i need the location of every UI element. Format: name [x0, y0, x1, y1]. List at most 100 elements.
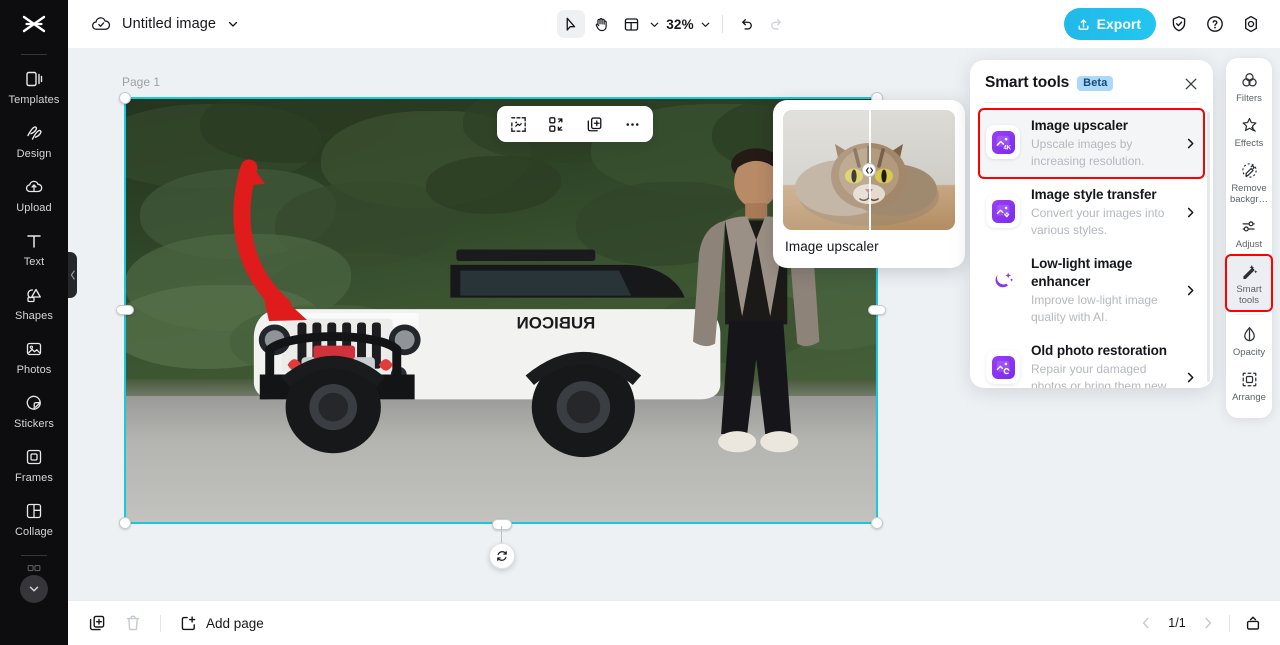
page-navigation: 1/1	[1135, 610, 1266, 636]
toolbar-item-arrange[interactable]: Arrange	[1227, 364, 1271, 407]
sidebar-item-label: Upload	[16, 202, 52, 214]
smart-tool-image-style-transfer[interactable]: Image style transfer Convert your images…	[979, 178, 1204, 247]
sidebar-item-label: Photos	[16, 364, 52, 376]
resize-handle-top-left[interactable]	[119, 92, 131, 104]
hand-tool-button[interactable]	[587, 10, 615, 38]
image-canvas[interactable]: RUBICON	[125, 98, 877, 523]
select-tool-button[interactable]	[557, 10, 586, 38]
sidebar-item-photos[interactable]: Photos	[4, 331, 64, 382]
toolbar-item-effects[interactable]: Effects	[1227, 110, 1271, 153]
chevron-right-icon[interactable]	[1184, 206, 1198, 219]
smart-tool-old-photo-restoration[interactable]: Old photo restoration Repair your damage…	[979, 334, 1204, 388]
add-page-label: Add page	[206, 615, 264, 631]
toolbar-item-opacity[interactable]: Opacity	[1227, 319, 1271, 362]
layout-chevron-down-icon[interactable]	[648, 18, 661, 31]
smart-tool-low-light-enhancer[interactable]: Low-light image enhancer Improve low-lig…	[979, 247, 1204, 334]
chevron-down-icon[interactable]	[226, 17, 240, 31]
shield-check-icon[interactable]	[1166, 11, 1192, 37]
undo-button[interactable]	[733, 10, 761, 38]
page-label: Page 1	[122, 75, 161, 89]
redo-button[interactable]	[763, 10, 791, 38]
sidebar-item-label: Collage	[14, 526, 53, 538]
artwork-photo: RUBICON	[125, 98, 877, 523]
canvas-container[interactable]: RUBICON	[116, 92, 886, 569]
export-label: Export	[1096, 16, 1141, 32]
frames-icon	[24, 446, 44, 467]
svg-text:RUBICON: RUBICON	[517, 314, 596, 333]
resize-handle-left[interactable]	[116, 305, 134, 315]
sidebar-item-frames[interactable]: Frames	[4, 439, 64, 490]
toolbar-item-remove-background[interactable]: Remove backgr…	[1227, 155, 1271, 209]
more-dots-icon[interactable]	[620, 112, 644, 136]
preview-card-label: Image upscaler	[785, 239, 879, 254]
help-question-icon[interactable]	[1202, 11, 1228, 37]
panel-title: Smart tools	[985, 74, 1070, 91]
rotate-handle[interactable]	[489, 543, 515, 569]
document-title[interactable]: Untitled image	[122, 16, 216, 32]
smart-tool-description: Upscale images by increasing resolution.	[1031, 137, 1145, 168]
templates-icon	[24, 68, 44, 89]
sidebar-item-upload[interactable]: Upload	[4, 169, 64, 220]
bottom-divider	[160, 614, 161, 632]
left-sidebar: Templates Design Upload Text Shapes Phot…	[0, 0, 68, 645]
chevron-right-icon[interactable]	[1184, 284, 1198, 297]
next-page-chevron-right-icon[interactable]	[1197, 612, 1219, 634]
opacity-drop-icon	[1240, 324, 1259, 344]
add-page-plus-icon	[179, 614, 198, 633]
upload-icon	[1076, 17, 1091, 32]
toolbar-item-label: Remove backgr…	[1229, 183, 1268, 205]
sidebar-item-list: Templates Design Upload Text Shapes Phot…	[0, 61, 68, 547]
capcut-app-window: Templates Design Upload Text Shapes Phot…	[0, 0, 1280, 645]
zoom-chevron-down-icon[interactable]	[699, 18, 712, 31]
duplicate-page-icon[interactable]	[84, 610, 110, 636]
toolbar-item-adjust[interactable]: Adjust	[1227, 211, 1271, 254]
toolbar-item-filters[interactable]: Filters	[1227, 65, 1271, 108]
sidebar-item-design[interactable]: Design	[4, 115, 64, 166]
sidebar-item-stickers[interactable]: Stickers	[4, 385, 64, 436]
collage-icon	[24, 500, 44, 521]
flip-swap-icon[interactable]	[544, 112, 568, 136]
timeline-panel-icon[interactable]	[1240, 610, 1266, 636]
sidebar-divider-bottom	[21, 555, 47, 556]
sidebar-expand-button[interactable]	[20, 575, 48, 603]
capcut-logo-icon[interactable]	[0, 0, 68, 50]
filters-circles-icon	[1240, 70, 1259, 90]
zoom-level-value[interactable]: 32%	[663, 17, 697, 32]
chevron-right-icon[interactable]	[1184, 137, 1198, 150]
settings-gear-icon[interactable]	[1238, 11, 1264, 37]
panel-scrollbar[interactable]	[1207, 112, 1210, 382]
duplicate-plus-icon[interactable]	[582, 112, 606, 136]
chevron-right-icon[interactable]	[1184, 371, 1198, 384]
text-t-icon	[24, 230, 44, 251]
smart-tools-wand-icon	[1240, 261, 1259, 281]
upload-cloud-icon	[24, 176, 44, 197]
smart-tool-name: Image upscaler	[1031, 118, 1128, 133]
resize-handle-bottom[interactable]	[492, 519, 512, 530]
trash-icon[interactable]	[120, 610, 146, 636]
document-title-group: Untitled image	[68, 13, 240, 35]
export-button[interactable]: Export	[1063, 8, 1156, 40]
sidebar-item-text[interactable]: Text	[4, 223, 64, 274]
resize-handle-bottom-left[interactable]	[119, 517, 131, 529]
image-style-transfer-icon	[986, 194, 1020, 228]
resize-handle-right[interactable]	[868, 305, 886, 315]
tool-preview-card: Image upscaler	[773, 100, 965, 268]
panel-collapse-handle[interactable]	[68, 252, 77, 298]
prev-page-chevron-left-icon[interactable]	[1135, 612, 1157, 634]
sidebar-item-templates[interactable]: Templates	[4, 61, 64, 112]
resize-handle-bottom-right[interactable]	[871, 517, 883, 529]
layout-tool-button[interactable]	[617, 10, 645, 38]
close-x-icon[interactable]	[1182, 75, 1200, 93]
crop-dashed-icon[interactable]	[506, 112, 530, 136]
svg-text:4K: 4K	[1003, 145, 1011, 151]
smart-tool-image-upscaler[interactable]: 4K Image upscaler Upscale images by incr…	[978, 108, 1205, 179]
beta-badge: Beta	[1077, 75, 1114, 91]
sidebar-item-collage[interactable]: Collage	[4, 493, 64, 544]
toolbar-item-label: Smart tools	[1236, 284, 1262, 306]
add-page-button[interactable]: Add page	[175, 614, 268, 633]
split-compare-icon[interactable]	[862, 163, 876, 177]
sidebar-item-shapes[interactable]: Shapes	[4, 277, 64, 328]
toolbar-item-smart-tools[interactable]: Smart tools	[1225, 254, 1273, 312]
smart-tool-name: Image style transfer	[1031, 187, 1157, 202]
object-floating-toolbar	[497, 106, 653, 142]
